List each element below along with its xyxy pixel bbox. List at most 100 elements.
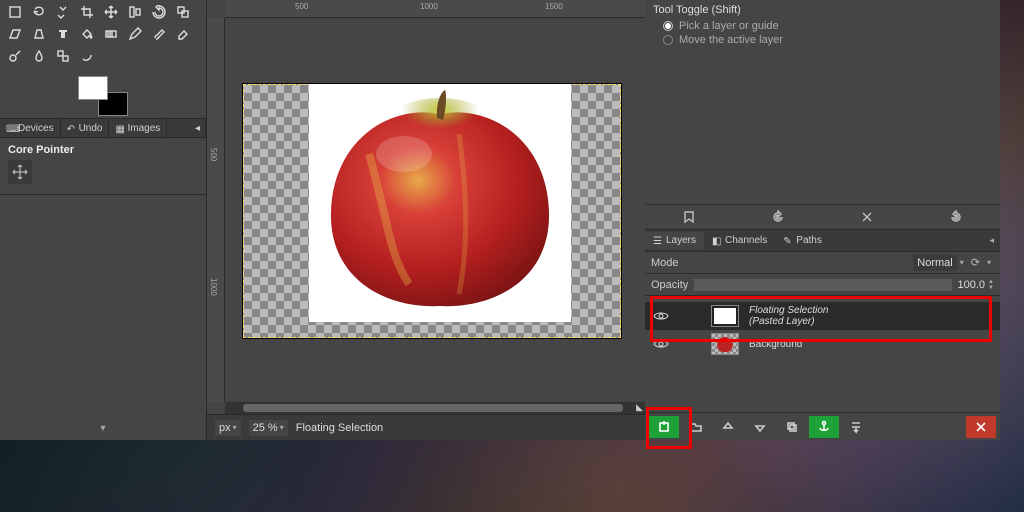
move-tool[interactable]: [100, 2, 122, 22]
layers-tab[interactable]: ☰ Layers: [645, 232, 704, 249]
layer-row-floating[interactable]: Floating Selection (Pasted Layer): [645, 302, 1000, 330]
chevron-down-icon: ▾: [280, 423, 284, 432]
horizontal-ruler[interactable]: 500 1000 1500: [225, 0, 645, 18]
pasted-image[interactable]: [309, 84, 571, 322]
panel-menu-button[interactable]: ◂: [190, 119, 206, 137]
zoom-dropdown[interactable]: 25 % ▾: [249, 420, 288, 436]
undo-tab-label: Undo: [79, 123, 103, 134]
chevron-down-icon: ▾: [233, 423, 237, 432]
lasso-tool[interactable]: [28, 2, 50, 22]
fg-color-swatch[interactable]: [78, 76, 108, 100]
restore-preset-button[interactable]: [734, 205, 823, 229]
status-bar: px ▾ 25 % ▾ Floating Selection: [207, 414, 645, 440]
core-pointer-panel: Core Pointer: [0, 138, 206, 195]
scrollbar-thumb[interactable]: [243, 404, 623, 412]
layers-action-bar: [645, 412, 1000, 440]
move-active-radio[interactable]: Move the active layer: [663, 34, 992, 46]
mode-swap-button[interactable]: ⟳: [967, 254, 984, 271]
opacity-value: 100.0: [958, 279, 986, 291]
tool-options-actions: [645, 204, 1000, 230]
align-tool[interactable]: [124, 2, 146, 22]
rect-select-tool[interactable]: [4, 2, 26, 22]
rotate-tool[interactable]: [148, 2, 170, 22]
devices-tab-label: Devices: [18, 123, 54, 134]
smudge-tool[interactable]: [76, 46, 98, 66]
opacity-label: Opacity: [651, 279, 688, 291]
layers-icon: ☰: [653, 236, 663, 246]
pencil-tool[interactable]: [124, 24, 146, 44]
reset-button[interactable]: [911, 205, 1000, 229]
canvas[interactable]: [225, 18, 645, 402]
apple-graphic: [309, 84, 571, 322]
blend-mode-row: Mode Normal ▾ ⟳ ▾: [645, 252, 1000, 274]
perspective-tool[interactable]: [28, 24, 50, 44]
channels-tab[interactable]: ◧ Channels: [704, 232, 775, 249]
horizontal-scrollbar[interactable]: ◣: [225, 402, 645, 414]
airbrush-tool[interactable]: [4, 46, 26, 66]
tool-toggle-title: Tool Toggle (Shift): [653, 4, 992, 16]
text-tool[interactable]: [52, 24, 74, 44]
images-icon: ▦: [115, 124, 124, 133]
chevron-down-icon: ▾: [984, 258, 994, 267]
dock-menu-button[interactable]: ◂: [983, 232, 1000, 249]
pick-layer-radio[interactable]: Pick a layer or guide: [663, 20, 992, 32]
nav-icon[interactable]: ◣: [636, 402, 643, 413]
clone-tool[interactable]: [52, 46, 74, 66]
move-active-label: Move the active layer: [679, 34, 783, 46]
lower-layer-button[interactable]: [745, 416, 775, 438]
gradient-tool[interactable]: [100, 24, 122, 44]
left-dock-configure-icon[interactable]: ▾: [0, 417, 206, 440]
left-dock: ⌨ Devices ↶ Undo ▦ Images ◂ Core Pointer…: [0, 0, 207, 440]
new-layer-button[interactable]: [649, 416, 679, 438]
channels-tab-label: Channels: [725, 235, 767, 246]
right-dock: Tool Toggle (Shift) Pick a layer or guid…: [645, 0, 1000, 440]
crop-tool[interactable]: [76, 2, 98, 22]
layers-tab-label: Layers: [666, 235, 696, 246]
paths-tab[interactable]: ✎ Paths: [775, 232, 830, 249]
ink-tool[interactable]: [28, 46, 50, 66]
fuzzy-select-tool[interactable]: [52, 2, 74, 22]
images-tab-label: Images: [127, 123, 160, 134]
opacity-row: Opacity 100.0 ▲▼: [645, 274, 1000, 296]
undo-tab[interactable]: ↶ Undo: [61, 119, 110, 137]
raise-layer-button[interactable]: [713, 416, 743, 438]
duplicate-layer-button[interactable]: [777, 416, 807, 438]
opacity-slider[interactable]: [694, 279, 951, 291]
layer-name[interactable]: Background: [749, 339, 802, 350]
bucket-fill-tool[interactable]: [76, 24, 98, 44]
toolbox: [0, 0, 206, 70]
visibility-toggle[interactable]: [651, 310, 671, 322]
devices-tab[interactable]: ⌨ Devices: [0, 119, 61, 137]
visibility-toggle[interactable]: [651, 338, 671, 350]
layer-row-background[interactable]: Background: [645, 330, 1000, 358]
right-dock-tabs: ☰ Layers ◧ Channels ✎ Paths ◂: [645, 230, 1000, 252]
devices-icon: ⌨: [6, 124, 15, 133]
mode-label: Mode: [651, 257, 913, 269]
chevron-down-icon: ▾: [957, 258, 967, 267]
mode-dropdown[interactable]: Normal: [913, 255, 956, 271]
gimp-window: ⌨ Devices ↶ Undo ▦ Images ◂ Core Pointer…: [0, 0, 1000, 440]
vertical-ruler[interactable]: 500 1000: [207, 18, 225, 402]
scale-tool[interactable]: [172, 2, 194, 22]
save-preset-button[interactable]: [645, 205, 734, 229]
core-pointer-label: Core Pointer: [8, 144, 198, 156]
layer-thumbnail[interactable]: [711, 333, 739, 355]
paintbrush-tool[interactable]: [148, 24, 170, 44]
pick-layer-label: Pick a layer or guide: [679, 20, 779, 32]
merge-down-button[interactable]: [841, 416, 871, 438]
move-icon[interactable]: [8, 160, 32, 184]
fg-bg-color-swatch[interactable]: [78, 76, 128, 116]
new-group-button[interactable]: [681, 416, 711, 438]
radio-on-icon: [663, 21, 673, 31]
delete-preset-button[interactable]: [823, 205, 912, 229]
delete-layer-button[interactable]: [966, 416, 996, 438]
opacity-spinner[interactable]: ▲▼: [988, 279, 994, 291]
eraser-tool[interactable]: [172, 24, 194, 44]
shear-tool[interactable]: [4, 24, 26, 44]
layer-thumbnail[interactable]: [711, 305, 739, 327]
layer-name[interactable]: Floating Selection (Pasted Layer): [749, 305, 829, 327]
anchor-layer-button[interactable]: [809, 416, 839, 438]
images-tab[interactable]: ▦ Images: [109, 119, 167, 137]
unit-dropdown[interactable]: px ▾: [215, 420, 241, 436]
left-dock-tabs: ⌨ Devices ↶ Undo ▦ Images ◂: [0, 118, 206, 138]
